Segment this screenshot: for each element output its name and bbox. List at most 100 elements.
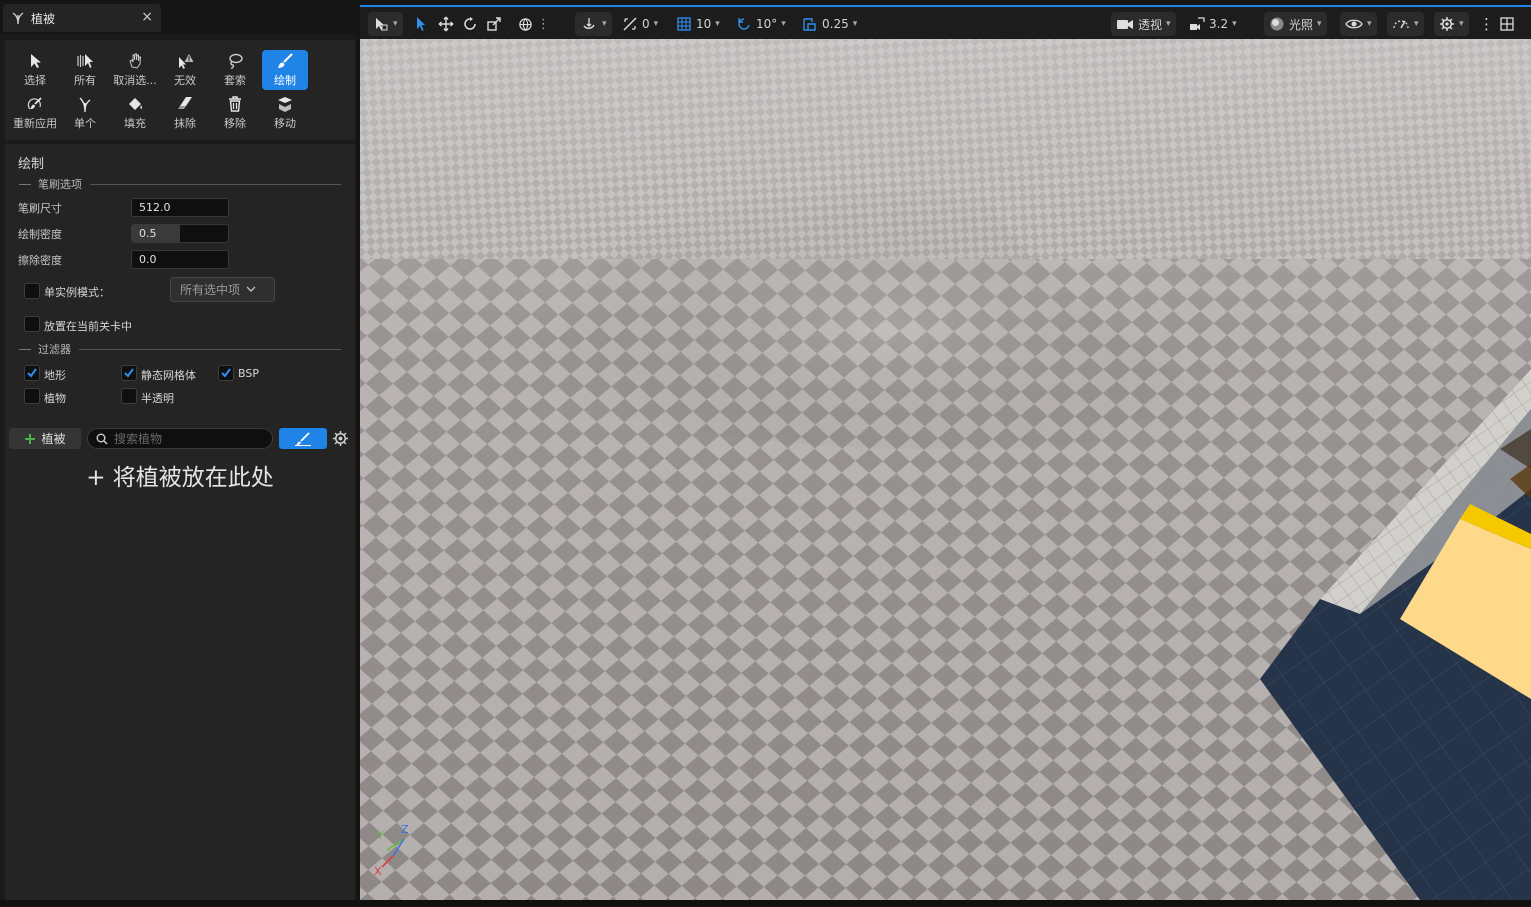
select-arrow-icon: [417, 17, 425, 31]
view-mode-menu[interactable]: 透视 ▾: [1111, 12, 1176, 36]
panel-tab-bar: 植被 ×: [0, 0, 356, 34]
tool-remove[interactable]: 移除: [212, 93, 258, 133]
more-options-button[interactable]: ⋮: [1479, 12, 1494, 36]
gear-icon: [1440, 17, 1454, 31]
drop-foliage-hint: + 将植被放在此处: [86, 465, 274, 491]
filter-static-mesh-checkbox[interactable]: [121, 365, 137, 381]
foliage-search[interactable]: [87, 428, 273, 449]
chevron-down-icon: ▾: [653, 19, 659, 29]
brush-options-header[interactable]: 笔刷选项: [19, 177, 341, 191]
tool-label: 单个: [74, 117, 96, 130]
tool-select-all[interactable]: 所有: [62, 50, 108, 90]
rotate-tool-button[interactable]: [462, 12, 478, 36]
divider: [90, 183, 341, 185]
edit-paint-icon: [295, 431, 311, 446]
search-input[interactable]: [114, 431, 264, 446]
tool-single[interactable]: 单个: [62, 93, 108, 133]
tool-lasso[interactable]: 套索: [212, 50, 258, 90]
filter-landscape-checkbox[interactable]: [24, 365, 40, 381]
tool-select[interactable]: 选择: [12, 50, 58, 90]
chevron-down-icon: ▾: [1317, 19, 1322, 29]
tool-invalid[interactable]: 无效: [162, 50, 208, 90]
translate-snap-menu[interactable]: 0 ▾: [622, 12, 658, 36]
tool-move[interactable]: 移动: [262, 93, 308, 133]
add-foliage-label: 植被: [41, 432, 66, 446]
performance-menu[interactable]: ▾: [1387, 12, 1424, 36]
scale-tool-button[interactable]: [486, 12, 502, 36]
select-tool-button[interactable]: [414, 12, 428, 36]
single-instance-checkbox[interactable]: [24, 283, 40, 299]
view-mode-label: 透视: [1138, 17, 1163, 32]
gear-icon[interactable]: [332, 430, 349, 447]
brush-size-field[interactable]: 512.0: [131, 198, 229, 217]
transform-mode-menu[interactable]: ▾: [368, 12, 403, 36]
filter-bsp-label: BSP: [238, 367, 259, 380]
foliage-tab[interactable]: 植被 ×: [3, 4, 161, 32]
show-menu[interactable]: ▾: [1340, 12, 1377, 36]
rotate-snap-menu[interactable]: 10° ▾: [736, 12, 786, 36]
lit-sphere-icon: [1270, 17, 1284, 31]
tool-deselect[interactable]: 取消选...: [112, 50, 158, 90]
single-instance-dropdown[interactable]: 所有选中项: [170, 277, 275, 302]
single-plant-icon: [79, 97, 91, 113]
tool-erase[interactable]: 抹除: [162, 93, 208, 133]
tool-reapply[interactable]: 重新应用: [12, 93, 58, 133]
paint-settings: 绘制 笔刷选项 笔刷尺寸 512.0 绘制密度 0.5 擦除密度 0.0 单实例…: [5, 144, 355, 900]
globe-icon: [519, 17, 532, 31]
scale-snap-menu[interactable]: 0.25 ▾: [802, 12, 857, 36]
lighting-menu[interactable]: 光照 ▾: [1264, 12, 1327, 36]
filter-translucent-checkbox[interactable]: [121, 388, 137, 404]
no-snap-icon: [623, 17, 637, 31]
translate-tool-button[interactable]: [438, 12, 454, 36]
layout-button[interactable]: [1499, 12, 1515, 36]
foliage-icon: [12, 12, 24, 25]
select-all-icon: [77, 54, 93, 68]
erase-density-field[interactable]: 0.0: [131, 250, 229, 269]
camera-speed-menu[interactable]: 3.2 ▾: [1189, 12, 1237, 36]
close-icon[interactable]: ×: [141, 9, 153, 25]
tool-fill[interactable]: 填充: [112, 93, 158, 133]
filters-label: 过滤器: [38, 343, 71, 356]
camera-icon: [1117, 20, 1133, 29]
axis-z-label: Z: [401, 823, 409, 836]
collapse-icon: [19, 348, 31, 350]
brush-size-value: 512.0: [139, 201, 171, 214]
move-arrows-icon: [438, 16, 454, 32]
filter-bsp-checkbox[interactable]: [218, 365, 234, 381]
chevron-down-icon: ▾: [1232, 19, 1237, 29]
viewport-toolbar: ▾ ⋮ ▾ 0 ▾ 10 ▾ 10° ▾ 0.25 ▾ 透视 ▾ 3.2 ▾ 光…: [360, 5, 1531, 39]
rotate-snap-icon: [738, 18, 750, 30]
surface-snap-menu[interactable]: ▾: [575, 12, 612, 36]
checkmark-icon: [27, 368, 37, 378]
tool-label: 套索: [224, 74, 246, 87]
filters-header[interactable]: 过滤器: [19, 342, 341, 356]
filter-foliage-label: 植物: [44, 392, 66, 405]
eraser-icon: [178, 97, 192, 109]
viewport-settings-menu[interactable]: ▾: [1434, 12, 1469, 36]
layout-grid-icon: [1500, 17, 1514, 31]
chevron-down-icon: ▾: [393, 19, 398, 29]
coordinate-space-button[interactable]: ⋮: [518, 12, 550, 36]
place-in-level-checkbox[interactable]: [24, 316, 40, 332]
chevron-down-icon: [246, 286, 256, 292]
paint-selected-button[interactable]: [279, 428, 327, 449]
camera-speed-value: 3.2: [1209, 17, 1229, 31]
tool-paint[interactable]: 绘制: [262, 50, 308, 90]
invalid-warning-icon: [179, 54, 194, 69]
level-viewport[interactable]: Y Z X ▾ ⋮ ▾ 0 ▾ 10 ▾ 10° ▾ 0.25 ▾ 透视 ▾ 3…: [360, 5, 1531, 900]
chevron-down-icon: ▾: [715, 19, 720, 29]
foliage-tool-grid: 选择 所有 取消选... 无效 套索 绘制 重新应用 单个 填充 抹除 移除 移…: [5, 40, 355, 140]
eye-icon: [1345, 19, 1363, 29]
more-options-icon[interactable]: ⋮: [537, 17, 550, 32]
filter-landscape-label: 地形: [44, 369, 66, 382]
viewport-scene[interactable]: Y Z X: [360, 39, 1531, 900]
move-box-icon: [278, 97, 292, 112]
paint-density-label: 绘制密度: [18, 228, 62, 241]
filter-static-mesh-label: 静态网格体: [141, 369, 196, 382]
add-foliage-button[interactable]: 植被: [9, 428, 81, 449]
paint-density-slider[interactable]: 0.5: [131, 224, 229, 243]
filter-foliage-checkbox[interactable]: [24, 388, 40, 404]
tool-label: 绘制: [274, 74, 296, 87]
grid-snap-menu[interactable]: 10 ▾: [676, 12, 720, 36]
chevron-down-icon: ▾: [602, 19, 607, 29]
